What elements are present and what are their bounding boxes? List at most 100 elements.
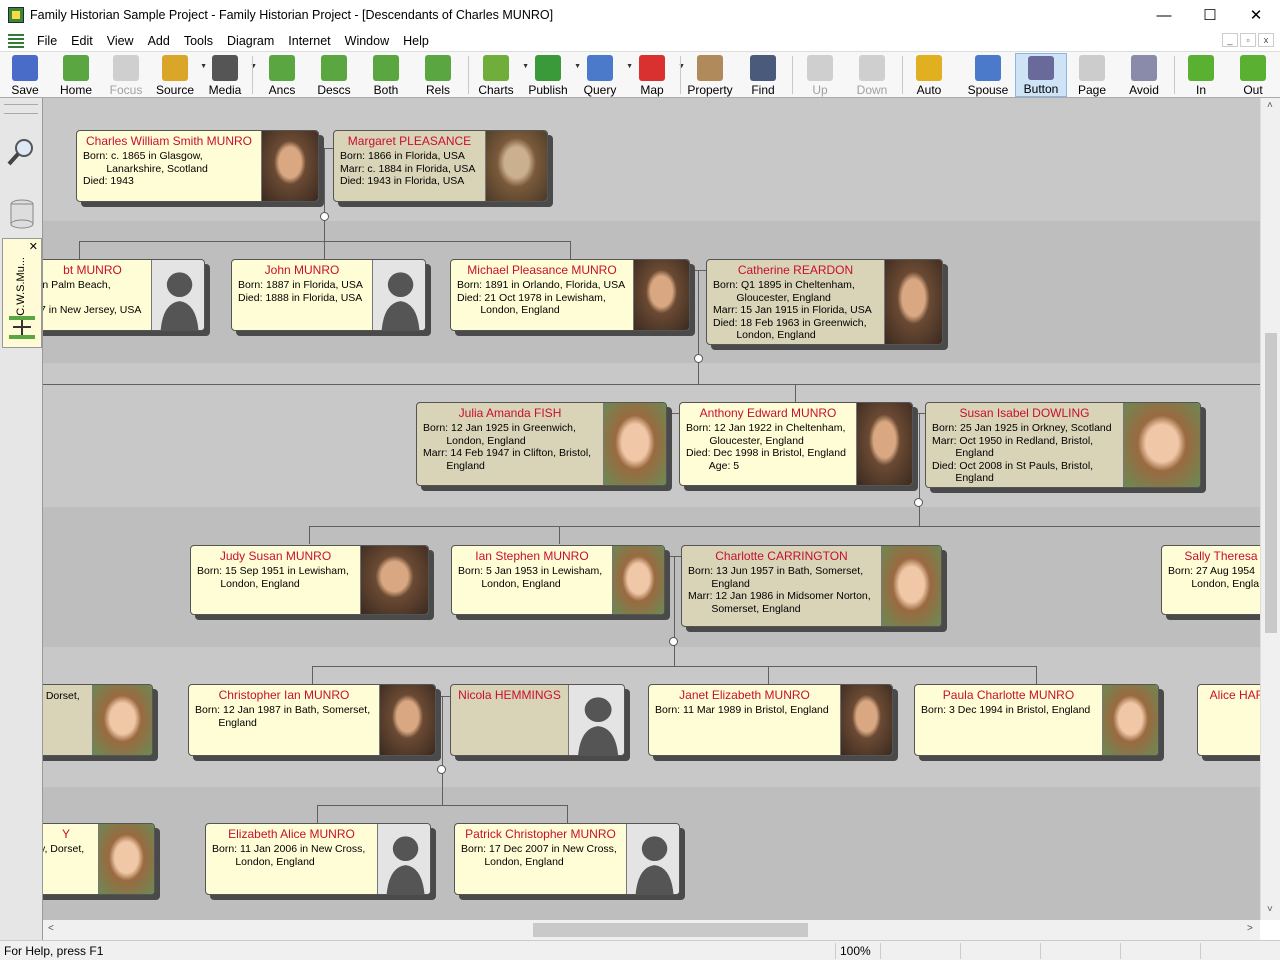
focus-button[interactable]: Focus [104,53,148,97]
vertical-scroll-thumb[interactable] [1265,333,1277,633]
person-box-janet[interactable]: Janet Elizabeth MUNRO Born: 11 Mar 1989 i… [648,684,893,756]
expand-button[interactable] [694,354,703,363]
person-box-sally[interactable]: Sally Theresa Born: 27 Aug 1954 London, E… [1161,545,1260,615]
diagram-tab[interactable]: ✕ C.W.S.Mu... [2,238,42,348]
diagram-canvas[interactable]: Charles William Smith MUNRO Born: c. 1865… [43,98,1260,920]
auto-button[interactable]: Auto [906,53,952,97]
person-details: Born: 1887 in Florida, USA Died: 1888 in… [238,279,363,304]
button-button[interactable]: Button [1015,53,1067,97]
scroll-down-arrow-icon[interactable]: ˅ [1267,904,1273,915]
person-box-christopher[interactable]: Christopher Ian MUNRO Born: 12 Jan 1987 i… [188,684,436,756]
menu-internet[interactable]: Internet [281,34,337,48]
person-box-left5[interactable]: Yy, Dorset, [43,823,155,895]
menu-file[interactable]: File [30,34,64,48]
person-box-patrick[interactable]: Patrick Christopher MUNRO Born: 17 Dec 20… [454,823,680,895]
zoom-out-icon [1240,55,1266,81]
menu-tools[interactable]: Tools [177,34,220,48]
scroll-up-arrow-icon[interactable]: ˄ [1267,100,1273,111]
menu-diagram[interactable]: Diagram [220,34,281,48]
database-icon[interactable] [8,198,36,230]
person-box-charlotte[interactable]: Charlotte CARRINGTON Born: 13 Jun 1957 in… [681,545,942,627]
avoid-button[interactable]: Avoid [1120,53,1168,97]
person-box-nicola[interactable]: Nicola HEMMINGS [450,684,625,756]
toolbar-separator [1174,56,1175,94]
person-box-susan[interactable]: Susan Isabel DOWLING Born: 25 Jan 1925 in… [925,402,1201,488]
mdi-restore-button[interactable]: ▫ [1240,33,1256,47]
person-box-charles[interactable]: Charles William Smith MUNRO Born: c. 1865… [76,130,319,202]
ancs-button[interactable]: Ancs [258,53,306,97]
query-button[interactable]: ▼ Query [576,53,633,97]
map-button[interactable]: ▼ Map [628,53,685,97]
descent-line [698,270,699,384]
scroll-right-arrow-icon[interactable]: > [1247,923,1253,934]
person-box-robert[interactable]: bt MUNRO in Palm Beach, 7 in New Jersey, … [43,259,205,331]
status-divider [835,943,836,959]
person-name: Charlotte CARRINGTON [715,549,848,563]
person-box-ian[interactable]: Ian Stephen MUNRO Born: 5 Jan 1953 in Lew… [451,545,665,615]
save-button[interactable]: Save [2,53,48,97]
status-divider [880,943,881,959]
person-details: Born: 17 Dec 2007 in New Cross, London, … [461,843,617,868]
person-details: Born: c. 1865 in Glasgow, Lanarkshire, S… [83,150,208,187]
menu-view[interactable]: View [100,34,141,48]
expand-button[interactable] [320,212,329,221]
out-button[interactable]: Out [1230,53,1276,97]
person-box-anthony[interactable]: Anthony Edward MUNRO Born: 12 Jan 1922 in… [679,402,913,486]
panel-grip[interactable] [4,104,38,114]
descs-button[interactable]: Descs [310,53,358,97]
expand-button[interactable] [669,637,678,646]
close-button[interactable]: ✕ [1233,0,1279,30]
person-name: Sally Theresa [1184,549,1258,563]
person-name: bt MUNRO [63,263,122,277]
find-button[interactable]: Find [740,53,786,97]
expand-button[interactable] [437,765,446,774]
person-box-catherine[interactable]: Catherine REARDON Born: Q1 1895 in Chelte… [706,259,943,345]
horizontal-scrollbar[interactable]: < > [43,920,1260,940]
spouse-button[interactable]: ▼Spouse [962,53,1023,97]
in-button[interactable]: In [1178,53,1224,97]
property-button[interactable]: Property [684,53,736,97]
toolbar-button-label: Focus [109,83,143,97]
scroll-left-arrow-icon[interactable]: < [48,923,54,934]
toolbar-button-label: Out [1243,83,1263,97]
menu-edit[interactable]: Edit [64,34,100,48]
person-box-julia[interactable]: Julia Amanda FISH Born: 12 Jan 1925 in Gr… [416,402,667,486]
source-button[interactable]: ▼ Source [152,53,207,97]
diagram-tab-label: C.W.S.Mu... [15,257,27,316]
mdi-close-button[interactable]: x [1258,33,1274,47]
close-tab-icon[interactable]: ✕ [29,240,38,253]
minimize-button[interactable]: — [1141,0,1187,30]
page-button[interactable]: Page [1068,53,1116,97]
menu-add[interactable]: Add [141,34,177,48]
mdi-minimize-button[interactable]: _ [1222,33,1238,47]
person-box-margaret[interactable]: Margaret PLEASANCE Born: 1866 in Florida,… [333,130,548,202]
vertical-scrollbar[interactable]: ˄ ˅ [1260,98,1280,920]
search-icon[interactable] [5,136,37,168]
menu-window[interactable]: Window [338,34,396,48]
charts-button[interactable]: ▼ Charts [472,53,529,97]
expand-button[interactable] [914,498,923,507]
side-panel: ✕ C.W.S.Mu... [0,98,43,940]
maximize-button[interactable]: ☐ [1187,0,1233,30]
person-box-left4[interactable]: , Dorset, [43,684,153,756]
person-box-judy[interactable]: Judy Susan MUNRO Born: 15 Sep 1951 in Lew… [190,545,429,615]
person-box-paula[interactable]: Paula Charlotte MUNRO Born: 3 Dec 1994 in… [914,684,1159,756]
person-box-john[interactable]: John MUNRO Born: 1887 in Florida, USA Die… [231,259,426,331]
up-button[interactable]: Up [796,53,844,97]
publish-button[interactable]: ▼ Publish [524,53,581,97]
toolbar-separator [252,56,253,94]
both-button[interactable]: Both [362,53,410,97]
person-box-michael[interactable]: Michael Pleasance MUNRO Born: 1891 in Orl… [450,259,690,331]
down-button[interactable]: Down [848,53,896,97]
person-details: Born: 11 Jan 2006 in New Cross, London, … [212,843,366,868]
home-icon [63,55,89,81]
horizontal-scroll-thumb[interactable] [533,923,808,937]
rels-button[interactable]: Rels [414,53,462,97]
person-box-alice[interactable]: Alice HAR [1197,684,1260,756]
menu-help[interactable]: Help [396,34,436,48]
person-box-elizabeth[interactable]: Elizabeth Alice MUNRO Born: 11 Jan 2006 i… [205,823,431,895]
home-button[interactable]: Home [52,53,100,97]
toolbar-button-label: Spouse [967,83,1009,97]
media-button[interactable]: ▼ Media [202,53,257,97]
toolbar-button-label: Property [687,83,733,97]
